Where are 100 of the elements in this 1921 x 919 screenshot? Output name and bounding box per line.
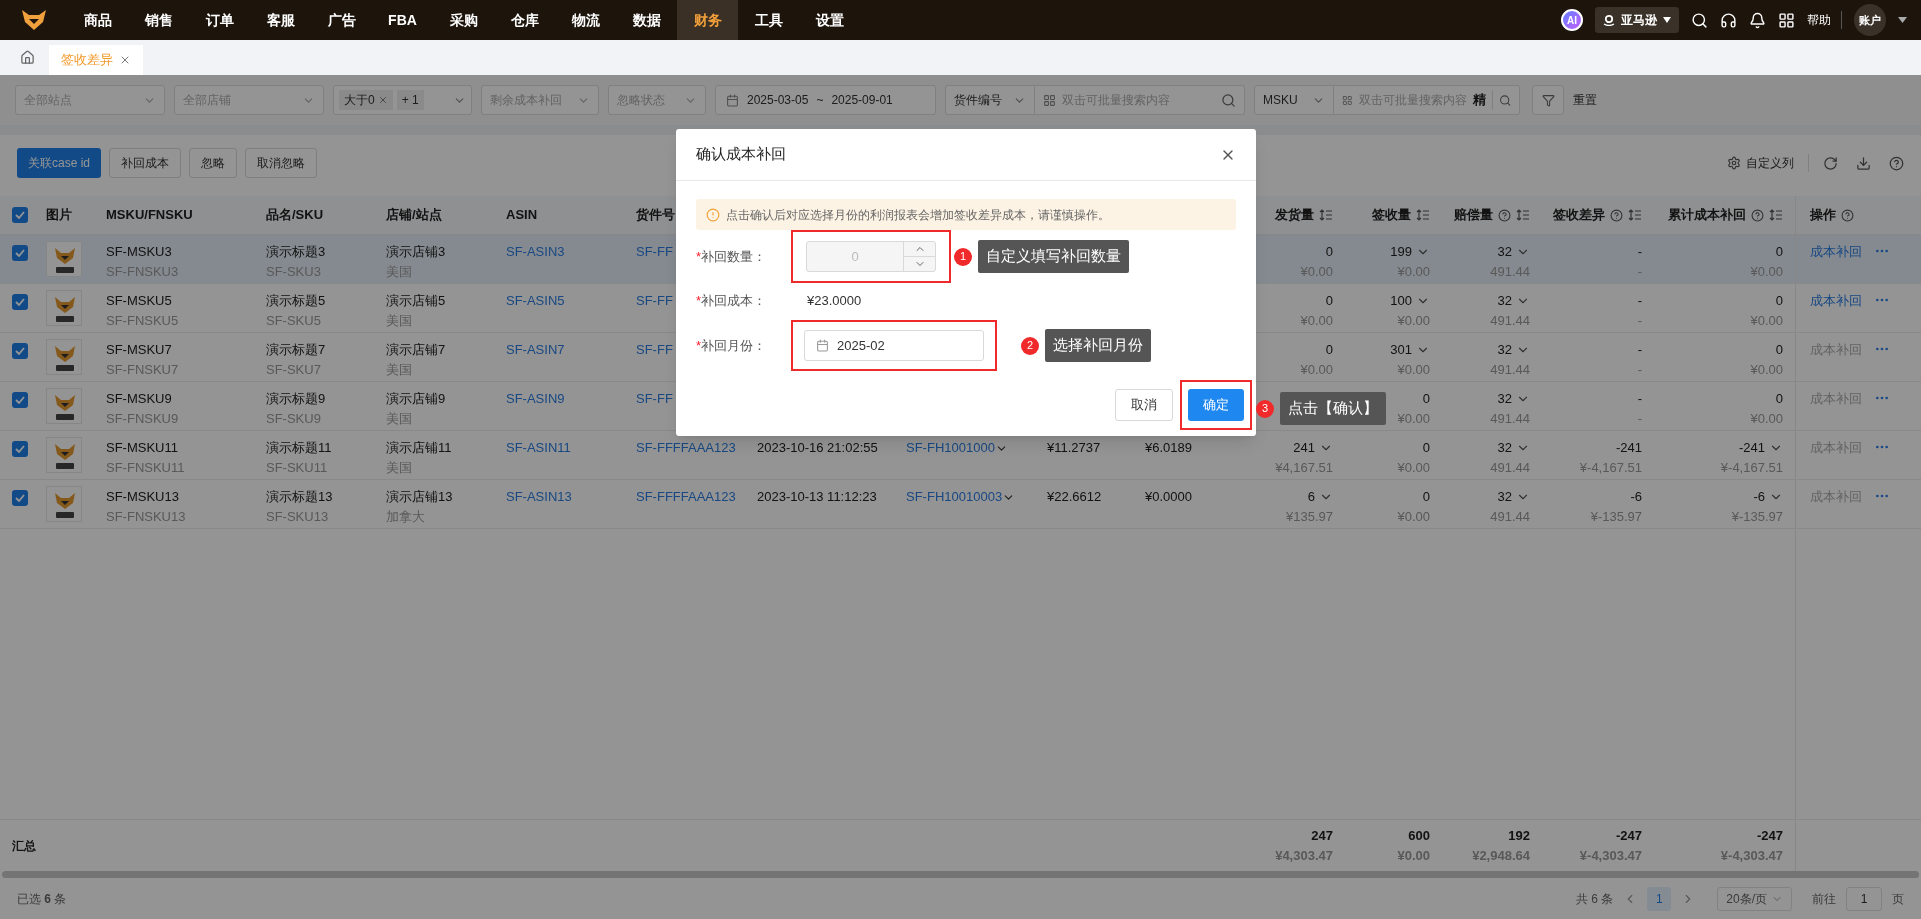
quantity-value: 0 [1325,341,1333,359]
price-value: ¥0.0000 [1145,489,1192,504]
amount-value: - [1637,312,1642,330]
price-value: ¥6.0189 [1145,440,1192,455]
amount-value: 491.44 [1490,361,1530,379]
cell-text: 演示标题3 [266,243,327,261]
quantity-value: -241 [1738,439,1765,457]
quantity-value: 0 [1775,292,1783,310]
price-value: ¥11.2737 [1047,440,1101,455]
column-header: 签收量 [1372,206,1411,225]
quantity-value: - [1637,292,1642,310]
amount-value: 491.44 [1490,410,1530,428]
summary-quantity: 247 [1311,826,1333,845]
cell-text: 演示店铺3 [386,243,447,261]
quantity-value: 0 [1422,439,1430,457]
hint-tooltip: 选择补回月份 [1045,329,1151,362]
cell-text: 演示店铺11 [386,439,453,457]
cell-subtext: SF-FNSKU13 [106,508,187,526]
quantity-value: -6 [1630,488,1642,506]
field-label: *补回月份： [696,336,768,355]
quantity-value: 32 [1497,488,1512,506]
cell-text: SF-MSKU9 [106,390,173,408]
cell-subtext: SF-SKU11 [266,459,329,477]
amount-value: ¥0.00 [1397,410,1430,428]
amount-value: 491.44 [1490,312,1530,330]
summary-quantity: -247 [1615,826,1642,845]
page-unit: 页 [1892,890,1904,908]
amount-value: ¥0.00 [1750,312,1783,330]
quantity-value: -6 [1753,488,1765,506]
amount-value: ¥-4,167.51 [1579,459,1642,477]
step-badge: 1 [954,247,972,266]
cell-subtext: SF-FNSKU9 [106,410,180,428]
cell-subtext: 美国 [386,312,413,330]
column-header: 发货量 [1275,206,1314,225]
amount-value: ¥0.00 [1300,312,1333,330]
amount-value: - [1637,361,1642,379]
summary-quantity: -247 [1756,826,1783,845]
amount-value: - [1637,410,1642,428]
amount-value: ¥135.97 [1286,508,1333,526]
cell-subtext: 美国 [386,361,413,379]
cell-subtext: SF-SKU9 [266,410,322,428]
summary-amount: ¥2,948.64 [1472,846,1530,865]
quantity-value: 0 [1775,390,1783,408]
cost-value: ¥23.0000 [806,292,862,311]
cell-subtext: SF-SKU5 [266,312,322,330]
quantity-value: 100 [1390,292,1412,310]
quantity-value: 32 [1497,439,1512,457]
summary-amount: ¥0.00 [1397,846,1430,865]
cell-text: 演示店铺9 [386,390,447,408]
quantity-value: 0 [1775,341,1783,359]
hint-tooltip: 自定义填写补回数量 [978,240,1129,273]
cell-text: SF-MSKU3 [106,243,173,261]
quantity-value: - [1637,390,1642,408]
amount-value: ¥0.00 [1397,312,1430,330]
amount-value: ¥-135.97 [1731,508,1783,526]
column-header: 图片 [46,206,72,225]
cell-text: 演示标题7 [266,341,327,359]
quantity-value: 0 [1422,390,1430,408]
summary-amount: ¥-4,303.47 [1579,846,1642,865]
date-time: 2023-10-13 11:12:23 [757,489,877,504]
summary-quantity: 600 [1408,826,1430,845]
cell-text: 演示店铺13 [386,488,454,506]
quantity-value: 32 [1497,292,1512,310]
step-badge: 2 [1021,336,1039,355]
summary-label: 汇总 [12,837,37,855]
cell-text: SF-MSKU11 [106,439,179,457]
column-header: 操作 [1810,206,1836,225]
amount-value: ¥0.00 [1397,459,1430,477]
column-header: 品名/SKU [266,206,324,225]
quantity-value: - [1637,341,1642,359]
cell-text: SF-MSKU13 [106,488,180,506]
column-header: 赔偿量 [1454,206,1493,225]
column-header: MSKU/FNSKU [106,206,193,225]
summary-amount: ¥-4,303.47 [1720,846,1783,865]
cell-subtext: SF-SKU13 [266,508,330,526]
quantity-value: 32 [1497,341,1512,359]
column-header: ASIN [506,206,538,225]
amount-value: - [1637,263,1642,281]
cell-text: SF-MSKU7 [106,341,173,359]
price-value: ¥22.6612 [1047,489,1102,504]
total-count: 共 6 条 [1575,890,1614,908]
selection-count: 已选 6 条 [17,890,67,908]
amount-value: ¥0.00 [1397,361,1430,379]
hint-tooltip: 点击【确认】 [1280,392,1386,425]
quantity-value: 0 [1422,488,1430,506]
quantity-value: 0 [1325,292,1333,310]
cell-text: 演示标题5 [266,292,327,310]
quantity-value: 32 [1497,243,1512,261]
date-time: 2023-10-16 21:02:55 [757,440,878,455]
quantity-value: -241 [1615,439,1642,457]
amount-value: 491.44 [1490,459,1530,477]
amount-value: ¥0.00 [1397,508,1430,526]
amount-value: ¥-4,167.51 [1720,459,1783,477]
quantity-value: 0 [1325,243,1333,261]
field-label: *补回数量： [696,247,768,266]
column-header: 店铺/站点 [386,206,442,225]
cell-text: 演示标题13 [266,488,334,506]
cell-text: 演示标题11 [266,439,333,457]
quantity-value: - [1637,243,1642,261]
cell-subtext: SF-FNSKU7 [106,361,180,379]
